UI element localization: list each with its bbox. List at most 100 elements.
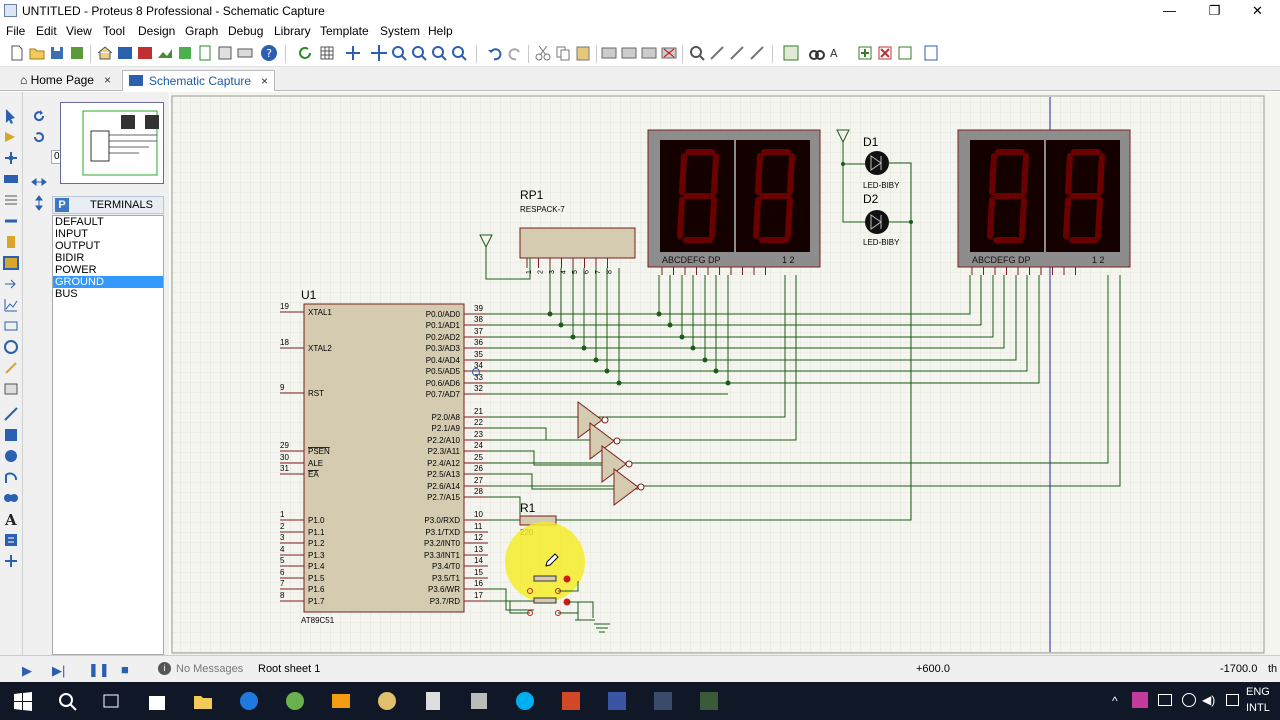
calculator-icon[interactable] [422, 690, 444, 712]
mirror-vertical-icon[interactable] [31, 195, 47, 211]
close-button[interactable]: ✕ [1235, 0, 1280, 21]
block-move-icon[interactable] [620, 44, 638, 62]
wire-autorouter-icon[interactable] [782, 44, 800, 62]
open-folder-icon[interactable] [28, 44, 46, 62]
remove-sheet-icon[interactable] [876, 44, 894, 62]
restore-button[interactable]: ❐ [1192, 0, 1237, 21]
search-tag-icon[interactable] [808, 44, 826, 62]
wire-label-icon[interactable] [3, 171, 19, 187]
store-icon[interactable] [146, 690, 168, 712]
play-button-icon[interactable]: ▶ [22, 663, 32, 679]
terminal-input[interactable]: INPUT [53, 228, 163, 240]
tray-app-icon[interactable] [1132, 692, 1148, 708]
ares-icon[interactable] [136, 44, 154, 62]
grid-icon[interactable] [318, 44, 336, 62]
tray-chevron-icon[interactable]: ^ [1112, 694, 1118, 708]
new-sheet-icon[interactable] [856, 44, 874, 62]
terminal-power[interactable]: POWER [53, 264, 163, 276]
line-2d-icon[interactable] [3, 406, 19, 422]
messages-status[interactable]: No Messages [176, 663, 243, 675]
zoom-in-icon[interactable] [390, 44, 408, 62]
home-icon[interactable] [96, 44, 114, 62]
step-button-icon[interactable]: ▶| [52, 663, 65, 679]
cut-icon[interactable] [534, 44, 552, 62]
volume-icon[interactable]: ◀) [1202, 693, 1215, 707]
stop-button-icon[interactable]: ■ [121, 662, 129, 677]
rotate-anticlockwise-icon[interactable] [31, 129, 47, 145]
design-explorer-icon[interactable] [922, 44, 940, 62]
redo-icon[interactable] [506, 44, 524, 62]
text-script-icon[interactable] [3, 192, 19, 208]
mirror-horizontal-icon[interactable] [31, 174, 47, 190]
keyboard-layout[interactable]: INTL [1246, 702, 1270, 714]
powerpoint-icon[interactable] [560, 690, 582, 712]
menu-debug[interactable]: Debug [228, 24, 263, 38]
terminal-ground[interactable]: GROUND [53, 276, 163, 288]
block-rotate-icon[interactable] [640, 44, 658, 62]
refresh-icon[interactable] [296, 44, 314, 62]
decompose-icon[interactable] [748, 44, 766, 62]
pause-button-icon[interactable]: ❚❚ [88, 662, 110, 678]
copy-icon[interactable] [554, 44, 572, 62]
gallery-icon[interactable] [156, 44, 174, 62]
rotate-clockwise-icon[interactable] [31, 108, 47, 124]
packaging-tool-icon[interactable] [728, 44, 746, 62]
app-icon[interactable] [284, 690, 306, 712]
file-explorer-icon[interactable] [192, 690, 214, 712]
voltage-probe-icon[interactable] [3, 360, 19, 376]
undo-icon[interactable] [486, 44, 504, 62]
paste-icon[interactable] [574, 44, 592, 62]
menu-graph[interactable]: Graph [185, 24, 218, 38]
arc-2d-icon[interactable] [3, 469, 19, 485]
menu-design[interactable]: Design [138, 24, 175, 38]
exit-to-parent-icon[interactable] [896, 44, 914, 62]
menu-view[interactable]: View [66, 24, 92, 38]
schematic-canvas[interactable]: U1 AT89C51 19 XTAL1 18 XTAL2 9 RST 29 PSEN 30 ALE… [170, 92, 1280, 655]
marker-2d-icon[interactable] [3, 553, 19, 569]
menu-library[interactable]: Library [274, 24, 311, 38]
help-icon[interactable]: ? [260, 44, 278, 62]
tab-close-icon[interactable]: × [104, 73, 111, 87]
zoom-area-icon[interactable] [450, 44, 468, 62]
task-view-icon[interactable] [100, 690, 122, 712]
windows-start-icon[interactable] [12, 690, 34, 712]
menu-tool[interactable]: Tool [103, 24, 125, 38]
tab-close-icon[interactable]: × [261, 74, 268, 88]
overview-window[interactable] [60, 102, 164, 184]
proteus-isis-taskbar-icon[interactable] [652, 690, 674, 712]
zoom-all-icon[interactable] [430, 44, 448, 62]
component-mode-icon[interactable] [3, 129, 19, 145]
new-file-icon[interactable] [8, 44, 26, 62]
menu-help[interactable]: Help [428, 24, 453, 38]
edge-icon[interactable] [238, 690, 260, 712]
box-2d-icon[interactable] [3, 427, 19, 443]
buses-icon[interactable] [3, 213, 19, 229]
search-icon[interactable] [56, 690, 78, 712]
media-player-icon[interactable] [330, 690, 352, 712]
simulation-icon[interactable] [176, 44, 194, 62]
device-pins-icon[interactable] [3, 276, 19, 292]
terminal-output[interactable]: OUTPUT [53, 240, 163, 252]
terminals-mode-icon[interactable] [3, 255, 19, 271]
terminal-app-icon[interactable] [468, 690, 490, 712]
origin-icon[interactable] [344, 44, 362, 62]
paint-icon[interactable] [376, 690, 398, 712]
graph-mode-icon[interactable] [3, 297, 19, 313]
battery-icon[interactable] [1158, 694, 1172, 706]
circle-2d-icon[interactable] [3, 448, 19, 464]
terminal-bus[interactable]: BUS [53, 288, 163, 300]
proteus-vsm-taskbar-icon[interactable] [698, 690, 720, 712]
terminals-list[interactable]: DEFAULT INPUT OUTPUT BIDIR POWER GROUND … [52, 215, 164, 655]
tab-home-page[interactable]: ⌂ Home Page × [14, 70, 117, 91]
terminal-bidir[interactable]: BIDIR [53, 252, 163, 264]
tab-schematic-capture[interactable]: Schematic Capture × [122, 70, 276, 91]
seven-seg-display-left[interactable]: ABCDEFG DP 1 2 [647, 129, 821, 275]
menu-edit[interactable]: Edit [36, 24, 57, 38]
pick-devices-button[interactable]: P [55, 198, 69, 212]
pan-icon[interactable] [370, 44, 388, 62]
notifications-icon[interactable] [1226, 694, 1239, 706]
subcircuit-icon[interactable] [3, 234, 19, 250]
selection-mode-icon[interactable] [3, 108, 19, 124]
make-device-icon[interactable] [708, 44, 726, 62]
path-2d-icon[interactable] [3, 490, 19, 506]
